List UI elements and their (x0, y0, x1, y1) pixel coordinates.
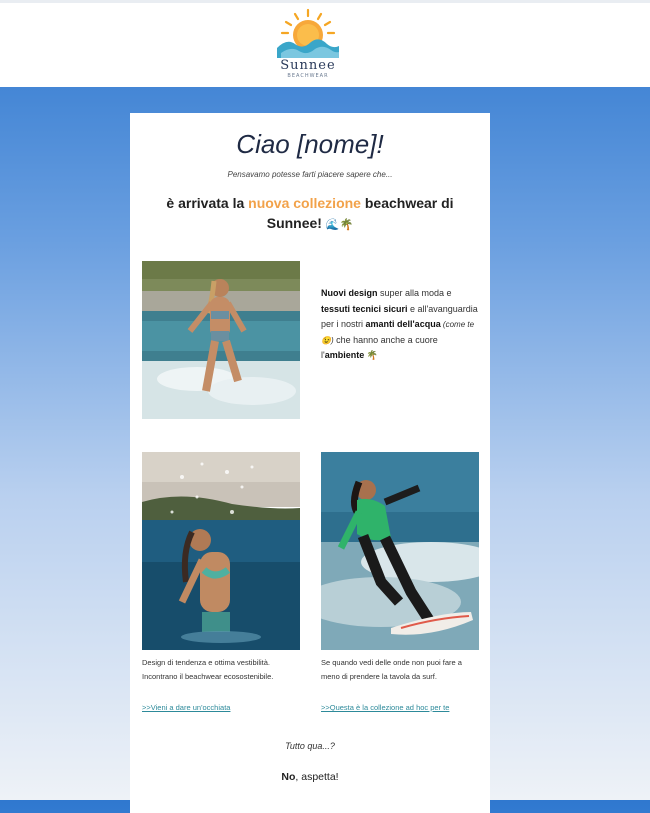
email-header: Sunnee BEACHWEAR (0, 0, 650, 87)
feature-emoji: 🌴 (364, 350, 378, 360)
headline-pre: è arrivata la (166, 195, 249, 211)
closing-answer-rest: , aspetta! (295, 771, 339, 783)
item-2-link[interactable]: >>Questa è la collezione ad hoc per te (321, 703, 449, 712)
feature-bold-3: amanti dell'acqua (365, 319, 441, 329)
closing-question: Tutto qua...? (285, 741, 335, 751)
headline-emojis: 🌊🌴 (325, 219, 354, 231)
feature-bold-1: Nuovi design (321, 288, 378, 298)
intro-text: Pensavamo potesse farti piacere sapere c… (227, 170, 393, 179)
feature-bold-4: ambiente (324, 350, 365, 360)
brand-tagline: BEACHWEAR (287, 73, 329, 79)
headline: è arrivata la nuova collezione beachwear… (160, 193, 460, 235)
greeting-title: Ciao [nome]! (236, 129, 384, 159)
closing-answer-bold: No (281, 771, 296, 783)
brand-name: Sunnee (280, 58, 336, 73)
item-1-caption: Design di tendenza e ottima vestibilità.… (142, 658, 274, 681)
sun-over-waves-icon (277, 8, 339, 58)
brand-logo: Sunnee BEACHWEAR (268, 8, 348, 79)
headline-accent: nuova collezione (248, 195, 361, 211)
item-2-caption: Se quando vedi delle onde non puoi fare … (321, 658, 462, 681)
photo-surfer (321, 452, 479, 650)
photo-splashing-woman (142, 452, 300, 650)
feature-bold-2: tessuti tecnici sicuri (321, 303, 408, 314)
photo-running-woman (142, 261, 300, 419)
email-card: Ciao [nome]! Pensavamo potesse farti pia… (130, 113, 490, 813)
closing-answer: No, aspetta! (130, 771, 490, 783)
item-1-link[interactable]: >>Vieni a dare un'occhiata (142, 703, 230, 712)
feature-description: Nuovi design super alla moda e tessuti t… (321, 286, 481, 364)
feature-text-1: super alla moda e (377, 288, 452, 298)
